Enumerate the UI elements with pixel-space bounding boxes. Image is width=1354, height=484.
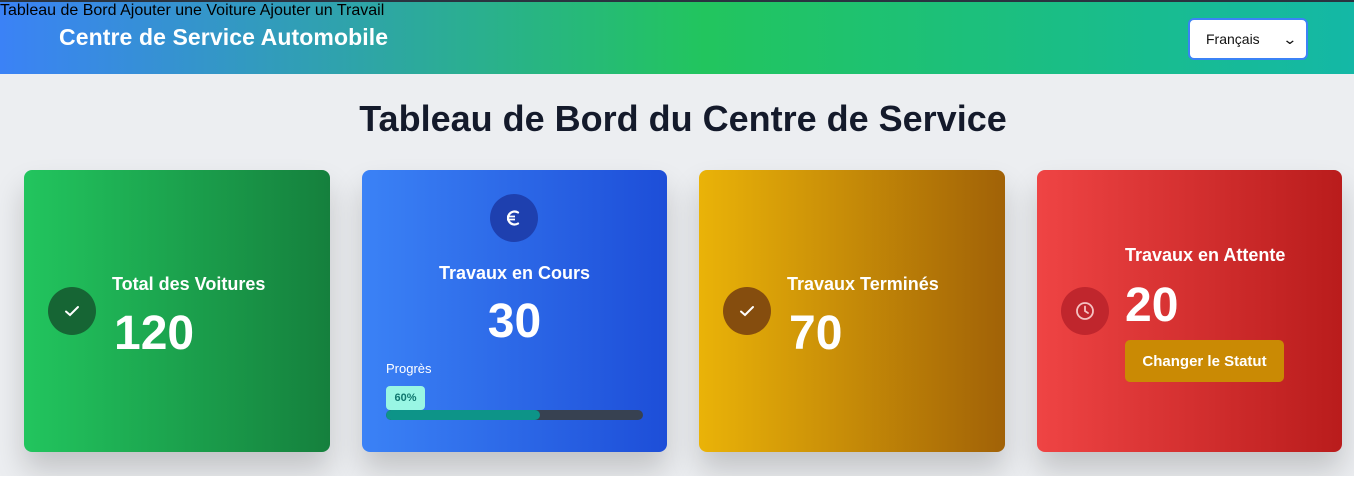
stat-label: Total des Voitures	[112, 274, 266, 294]
clock-icon	[1061, 287, 1109, 335]
stat-value: 30	[487, 295, 542, 348]
progress-bar	[386, 410, 643, 420]
nav-dashboard-link[interactable]: Tableau de Bord	[0, 2, 117, 19]
stat-card-jobs-in-progress: Travaux en Cours 30 Progrès 60%	[362, 170, 667, 452]
chevron-down-icon: ⌄	[1282, 30, 1298, 47]
language-select[interactable]: Français ⌄	[1188, 18, 1308, 60]
stat-label: Travaux Terminés	[787, 274, 939, 294]
check-icon	[48, 287, 96, 335]
change-status-button[interactable]: Changer le Statut	[1125, 340, 1284, 382]
stat-label: Travaux en Attente	[1125, 245, 1286, 265]
top-navbar: Centre de Service Automobile Tableau de …	[0, 0, 1354, 74]
stat-card-jobs-completed: Travaux Terminés 70	[699, 170, 1005, 452]
euro-icon	[490, 194, 538, 242]
stat-value: 70	[789, 307, 843, 360]
stat-card-total-cars: Total des Voitures 120	[24, 170, 330, 452]
check-icon	[723, 287, 771, 335]
stat-value: 120	[114, 307, 195, 360]
stat-value: 20	[1125, 279, 1179, 332]
stat-label: Travaux en Cours	[438, 263, 591, 283]
nav-add-car-link[interactable]: Ajouter une Voiture	[120, 2, 256, 19]
stat-card-jobs-pending: Travaux en Attente 20 Changer le Statut	[1037, 170, 1342, 452]
language-selected: Français	[1206, 31, 1260, 47]
progress-label: Progrès	[386, 361, 432, 376]
nav-add-job-link[interactable]: Ajouter un Travail	[260, 2, 385, 19]
brand-title[interactable]: Centre de Service Automobile	[59, 24, 388, 51]
page-title: Tableau de Bord du Centre de Service	[359, 98, 1007, 139]
progress-percent-badge: 60%	[386, 386, 425, 410]
page-bottom-edge	[0, 476, 1354, 484]
progress-bar-fill	[386, 410, 541, 420]
